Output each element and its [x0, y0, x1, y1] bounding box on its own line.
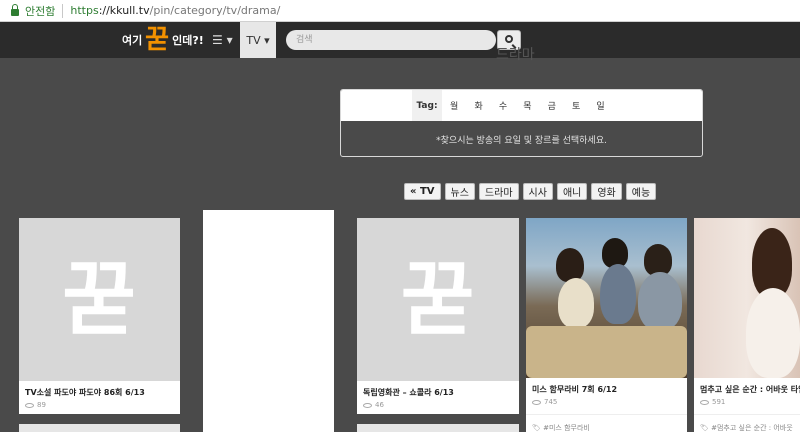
- day-tag-sun[interactable]: 일: [588, 99, 612, 112]
- placeholder-logo-icon: 꾿: [401, 252, 475, 346]
- search-icon: [505, 35, 513, 43]
- view-count: 89: [37, 401, 46, 409]
- lock-icon: [11, 4, 19, 16]
- eye-icon: [25, 402, 34, 408]
- view-count: 46: [375, 401, 384, 409]
- page-title: 드라마: [496, 47, 535, 63]
- view-count: 745: [544, 398, 558, 406]
- video-card[interactable]: 멈추고 싶은 순간 : 어바웃 타임 591 🏷 #멈추고 싶은 순간 : 어바…: [694, 218, 800, 432]
- card-title[interactable]: TV소설 파도야 파도야 86회 6/13: [19, 381, 180, 398]
- day-tag-thu[interactable]: 목: [515, 99, 539, 112]
- card-thumbnail[interactable]: 꾿: [357, 218, 519, 381]
- day-tag-panel: Tag: 월 화 수 목 금 토 일 *찾으시는 방송의 요일 및 장르를 선택…: [340, 89, 703, 157]
- tag-text: #멈추고 싶은 순간 : 어바웃: [711, 424, 793, 432]
- tag-label: Tag:: [412, 90, 442, 121]
- placeholder-logo-icon: 꾿: [62, 252, 137, 346]
- thumbnail-figure: [746, 288, 800, 378]
- video-card[interactable]: 미스 함무라비 7회 6/12 745 🏷 #미스 함무라비: [526, 218, 687, 432]
- card-tag[interactable]: 🏷 #멈추고 싶은 순간 : 어바웃: [694, 414, 800, 432]
- category-variety[interactable]: 예능: [625, 183, 657, 200]
- tag-icon: 🏷: [700, 424, 709, 432]
- url-scheme: https: [70, 4, 99, 17]
- day-tag-tue[interactable]: 화: [466, 99, 490, 112]
- video-card[interactable]: 꾿 TV소설 파도야 파도야 86회 6/13 89: [19, 218, 180, 414]
- secure-label: 안전함: [25, 4, 56, 18]
- card-views: 591: [694, 395, 800, 406]
- url-path: /pin/category/tv/drama/: [149, 4, 281, 17]
- category-buttons: « TV 뉴스 드라마 시사 애니 영화 예능: [404, 183, 657, 200]
- search-input[interactable]: [286, 30, 496, 50]
- url-host: ://kkull.tv: [98, 4, 150, 17]
- thumbnail-figure: [558, 278, 594, 328]
- day-tag-wed[interactable]: 수: [491, 99, 515, 112]
- next-card-stub: [19, 424, 180, 432]
- eye-icon: [532, 399, 541, 405]
- logo-prefix: 여기: [122, 34, 143, 47]
- tag-instruction: *찾으시는 방송의 요일 및 장르를 선택하세요.: [436, 135, 607, 146]
- thumbnail-figure: [556, 248, 584, 282]
- site-logo[interactable]: 여기 꾿 인데?!: [122, 22, 204, 58]
- day-tag-sat[interactable]: 토: [564, 99, 588, 112]
- tag-text: #미스 함무라비: [543, 424, 590, 432]
- tv-dropdown-button[interactable]: TV ▾: [240, 22, 276, 58]
- card-title[interactable]: 미스 함무라비 7회 6/12: [526, 378, 687, 395]
- view-count: 591: [712, 398, 726, 406]
- address-divider: [62, 3, 64, 18]
- card-thumbnail[interactable]: 꾿: [19, 218, 180, 381]
- thumbnail-table: [526, 326, 687, 378]
- card-thumbnail[interactable]: [526, 218, 687, 378]
- category-news[interactable]: 뉴스: [444, 183, 475, 200]
- thumbnail-figure: [638, 272, 682, 330]
- logo-mark-icon: 꾿: [145, 25, 170, 55]
- card-title[interactable]: 독립영화관 – 쇼콜라 6/13: [357, 381, 519, 398]
- address-bar[interactable]: 안전함 https ://kkull.tv /pin/category/tv/d…: [0, 0, 800, 22]
- logo-suffix: 인데?!: [172, 34, 204, 47]
- day-tag-mon[interactable]: 월: [442, 99, 466, 112]
- card-tag[interactable]: 🏷 #미스 함무라비: [526, 414, 687, 432]
- menu-dropdown-button[interactable]: ☰ ▾: [212, 22, 233, 58]
- card-views: 89: [19, 398, 180, 409]
- card-views: 745: [526, 395, 687, 406]
- eye-icon: [363, 402, 372, 408]
- category-current-affairs[interactable]: 시사: [522, 183, 553, 200]
- video-card[interactable]: 꾿 독립영화관 – 쇼콜라 6/13 46: [357, 218, 519, 414]
- card-thumbnail[interactable]: [694, 218, 800, 378]
- next-card-stub: [357, 424, 519, 432]
- card-title[interactable]: 멈추고 싶은 순간 : 어바웃 타임: [694, 378, 800, 395]
- tag-icon: 🏷: [532, 424, 541, 432]
- site-header: 여기 꾿 인데?! ☰ ▾ TV ▾: [0, 22, 800, 58]
- category-movie[interactable]: 영화: [591, 183, 622, 200]
- card-views: 46: [357, 398, 519, 409]
- thumbnail-figure: [600, 264, 636, 324]
- video-card-blank[interactable]: [203, 210, 334, 432]
- day-tag-fri[interactable]: 금: [540, 99, 564, 112]
- eye-icon: [700, 399, 709, 405]
- category-tv-back[interactable]: « TV: [404, 183, 441, 200]
- day-tag-row: Tag: 월 화 수 목 금 토 일: [341, 90, 702, 121]
- category-animation[interactable]: 애니: [556, 183, 588, 200]
- category-drama[interactable]: 드라마: [478, 183, 519, 200]
